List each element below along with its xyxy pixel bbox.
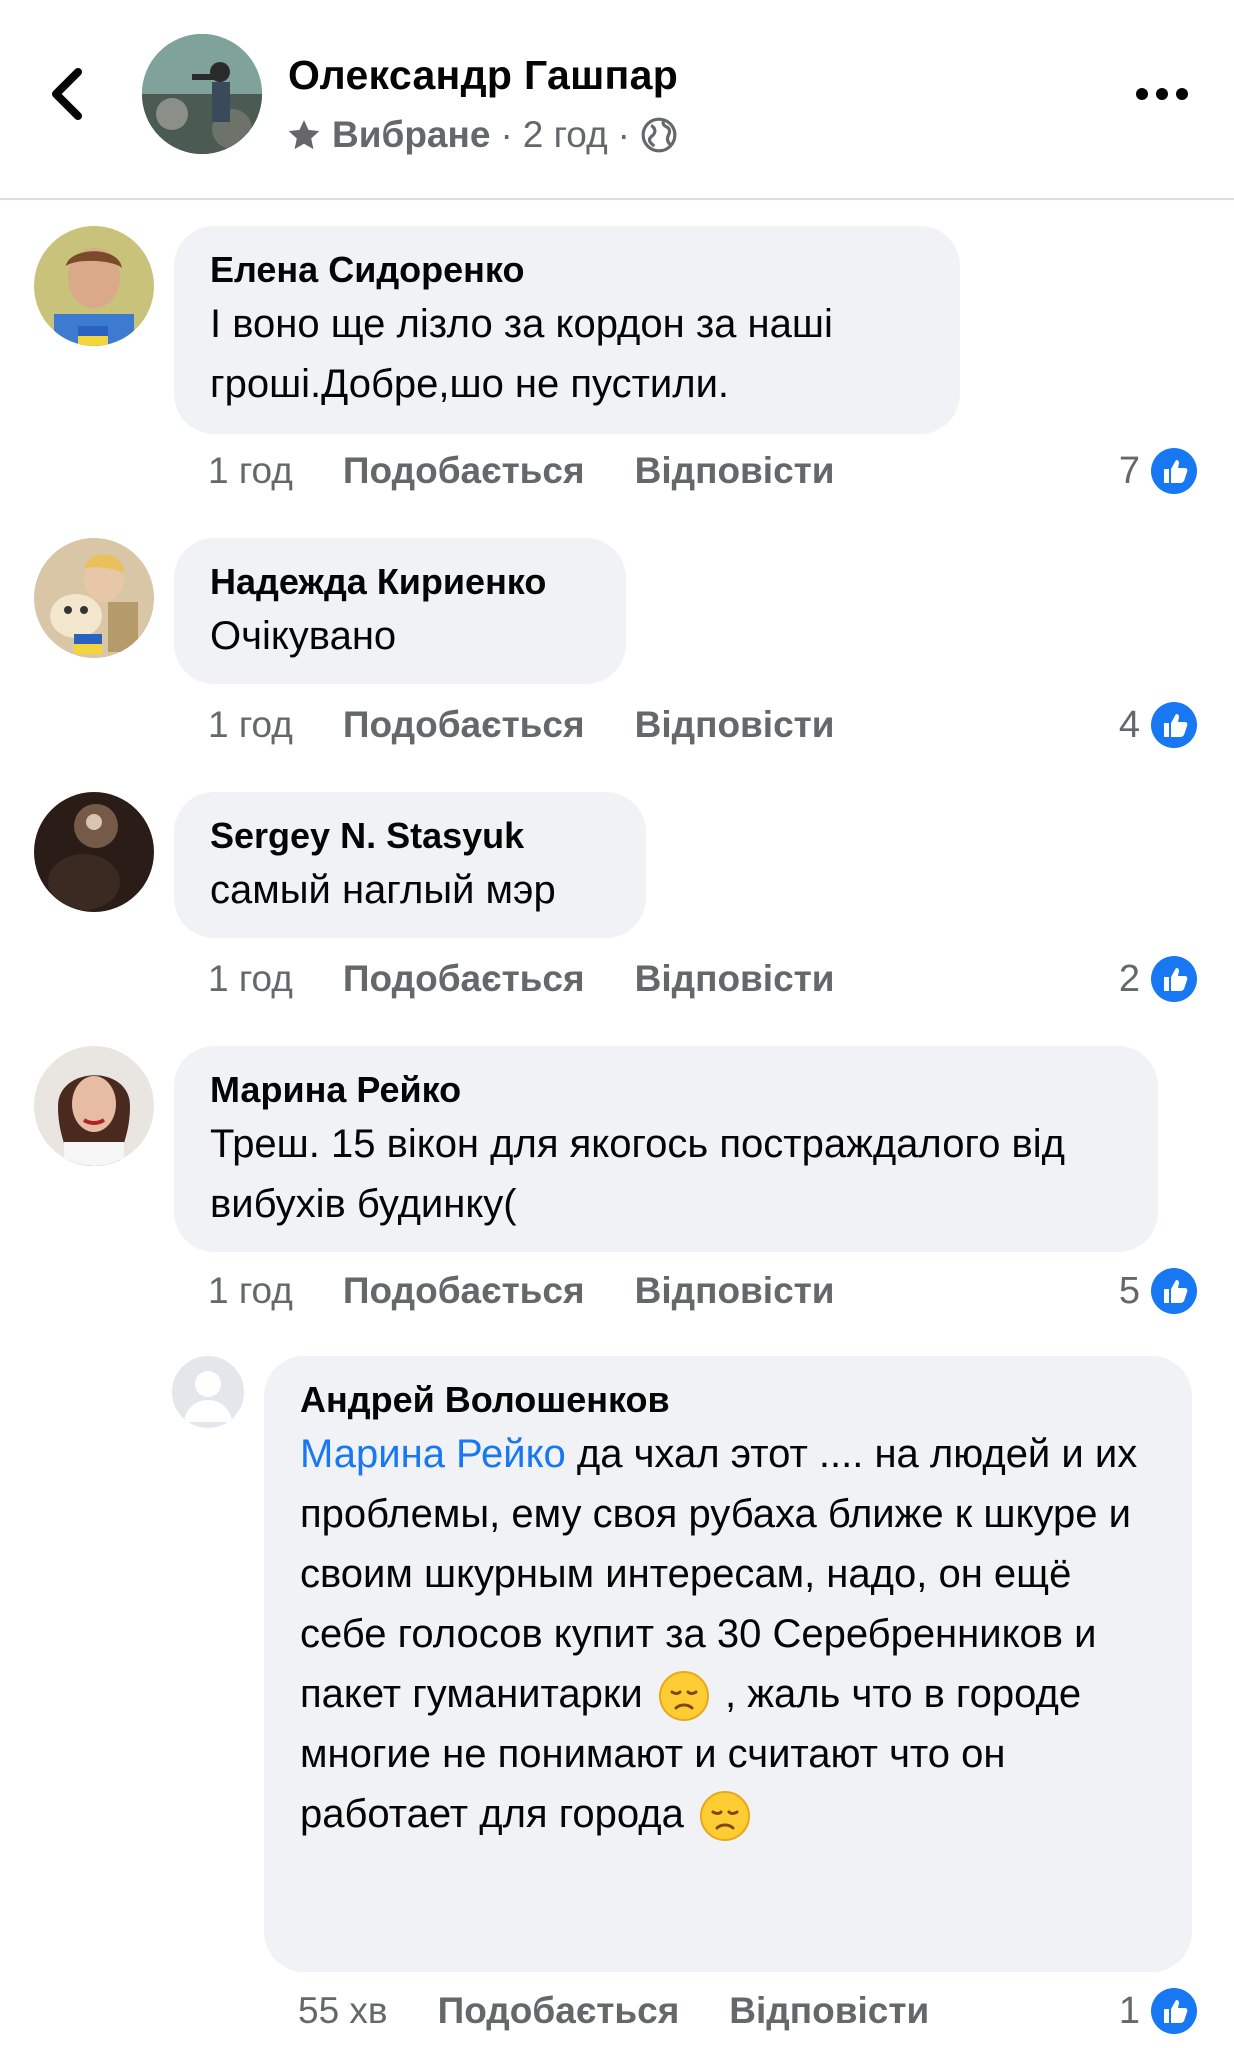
reply-button[interactable]: Відповісти [635, 704, 835, 746]
chevron-left-icon [52, 68, 82, 120]
avatar-photo [34, 792, 154, 912]
mention-link[interactable]: Марина Рейко [300, 1432, 566, 1476]
comment-time[interactable]: 1 год [208, 958, 293, 1000]
comment-bubble[interactable]: Елена Сидоренко І воно ще лізло за кордо… [174, 226, 960, 434]
like-button[interactable]: Подобається [343, 1270, 585, 1312]
reply-button[interactable]: Відповісти [635, 958, 835, 1000]
reply-time[interactable]: 55 хв [298, 1990, 388, 2032]
reply-actions: 55 хв Подобається Відповісти [298, 1986, 929, 2036]
comment-actions: 1 год Подобається Відповісти [208, 1266, 835, 1316]
more-dots-icon [1136, 88, 1188, 100]
comment-bubble[interactable]: Надежда Кириенко Очікувано [174, 538, 626, 684]
default-avatar-icon[interactable] [172, 1356, 244, 1428]
reaction-count[interactable]: 1 [1119, 1986, 1198, 2036]
globe-icon [641, 117, 677, 153]
post-author-name[interactable]: Олександр Гашпар [288, 52, 678, 99]
avatar-photo [34, 226, 154, 346]
comment-actions: 1 год Подобається Відповісти [208, 954, 835, 1004]
disappointed-face-icon [658, 1671, 709, 1722]
like-button[interactable]: Подобається [343, 450, 585, 492]
reaction-count[interactable]: 7 [1119, 446, 1198, 496]
post-header: Олександр Гашпар Вибране · 2 год · [0, 0, 1234, 200]
comment-text: Очікувано [210, 614, 397, 658]
comment-time[interactable]: 1 год [208, 704, 293, 746]
reply-text: Марина Рейко да чхал этот .... на людей … [300, 1424, 1156, 1844]
comment-text: І воно ще лізло за кордон за наші гроші.… [210, 302, 833, 406]
avatar-photo [142, 34, 262, 154]
like-button[interactable]: Подобається [343, 958, 585, 1000]
comment-bubble[interactable]: Sergey N. Stasyuk самый наглый мэр [174, 792, 646, 938]
back-button[interactable] [44, 62, 96, 126]
like-reaction-icon [1151, 1268, 1197, 1314]
comment-text: Треш. 15 вікон для якогось постраждалого… [210, 1122, 1065, 1226]
reply-bubble[interactable]: Андрей Волошенков Марина Рейко да чхал э… [264, 1356, 1192, 1972]
comment-actions: 1 год Подобається Відповісти [208, 700, 835, 750]
author-avatar[interactable] [142, 34, 262, 154]
more-options-button[interactable] [1134, 82, 1190, 106]
reaction-count-value: 4 [1118, 703, 1140, 746]
reaction-count-value: 2 [1118, 957, 1140, 1000]
like-reaction-icon [1151, 1988, 1197, 2034]
commenter-avatar[interactable] [34, 1046, 154, 1166]
disappointed-face-icon [699, 1791, 750, 1842]
person-silhouette-icon [184, 1371, 232, 1422]
like-reaction-icon [1151, 448, 1197, 494]
like-button[interactable]: Подобається [343, 704, 585, 746]
comment-text: самый наглый мэр [210, 868, 556, 912]
reaction-count[interactable]: 5 [1119, 1266, 1198, 1316]
post-time[interactable]: 2 год [523, 114, 608, 156]
like-reaction-icon [1151, 702, 1197, 748]
reply-button[interactable]: Відповісти [635, 450, 835, 492]
commenter-avatar[interactable] [34, 226, 154, 346]
reaction-count-value: 1 [1118, 1989, 1140, 2032]
reply-button[interactable]: Відповісти [729, 1990, 929, 2032]
reaction-count[interactable]: 2 [1119, 954, 1198, 1004]
post-meta: Вибране · 2 год · [286, 112, 678, 158]
favorite-label: Вибране [332, 114, 491, 155]
comment-author[interactable]: Sergey N. Stasyuk [210, 814, 610, 858]
avatar-photo [34, 1046, 154, 1166]
comment-time[interactable]: 1 год [208, 1270, 293, 1312]
separator: · [617, 114, 630, 155]
comment-actions: 1 год Подобається Відповісти [208, 446, 835, 496]
reaction-count[interactable]: 4 [1119, 700, 1198, 750]
reply-button[interactable]: Відповісти [635, 1270, 835, 1312]
reaction-count-value: 7 [1118, 449, 1140, 492]
avatar-photo [34, 538, 154, 658]
commenter-avatar[interactable] [34, 792, 154, 912]
reply-author[interactable]: Андрей Волошенков [300, 1378, 1156, 1422]
like-reaction-icon [1151, 956, 1197, 1002]
star-icon [288, 120, 320, 150]
reaction-count-value: 5 [1118, 1269, 1140, 1312]
comment-author[interactable]: Елена Сидоренко [210, 248, 924, 292]
commenter-avatar[interactable] [34, 538, 154, 658]
separator: · [500, 114, 513, 155]
comment-bubble[interactable]: Марина Рейко Треш. 15 вікон для якогось … [174, 1046, 1158, 1252]
comment-author[interactable]: Марина Рейко [210, 1068, 1122, 1112]
comment-time[interactable]: 1 год [208, 450, 293, 492]
like-button[interactable]: Подобається [438, 1990, 680, 2032]
comment-author[interactable]: Надежда Кириенко [210, 560, 590, 604]
